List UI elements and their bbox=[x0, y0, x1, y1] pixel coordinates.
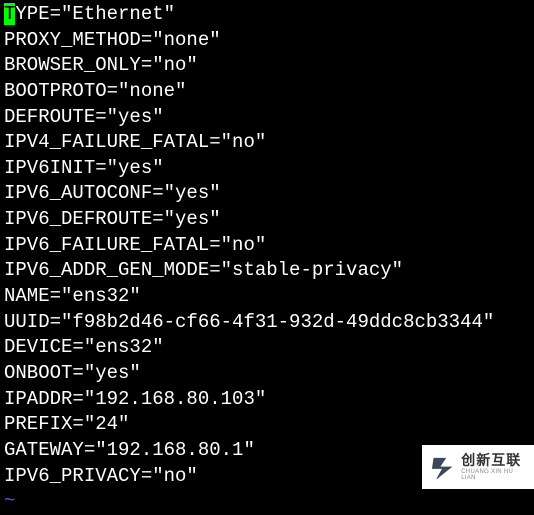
config-line: DEVICE="ens32" bbox=[4, 335, 530, 361]
watermark-cn-label: 创新互联 bbox=[461, 453, 528, 467]
empty-line-tilde: ~ bbox=[4, 489, 530, 515]
config-line: IPV4_FAILURE_FATAL="no" bbox=[4, 130, 530, 156]
cursor: T bbox=[4, 3, 15, 25]
config-line: PREFIX="24" bbox=[4, 412, 530, 438]
config-line: IPADDR="192.168.80.103" bbox=[4, 387, 530, 413]
config-line: UUID="f98b2d46-cf66-4f31-932d-49ddc8cb33… bbox=[4, 310, 530, 336]
watermark-text: 创新互联 CHUANG XIN HU LIAN bbox=[461, 453, 528, 481]
config-line: IPV6_ADDR_GEN_MODE="stable-privacy" bbox=[4, 258, 530, 284]
watermark: 创新互联 CHUANG XIN HU LIAN bbox=[422, 445, 534, 489]
config-line: IPV6INIT="yes" bbox=[4, 156, 530, 182]
config-line: BROWSER_ONLY="no" bbox=[4, 53, 530, 79]
watermark-logo-icon bbox=[428, 452, 457, 482]
config-line: NAME="ens32" bbox=[4, 284, 530, 310]
config-line: BOOTPROTO="none" bbox=[4, 79, 530, 105]
config-line: IPV6_AUTOCONF="yes" bbox=[4, 181, 530, 207]
config-line: IPV6_DEFROUTE="yes" bbox=[4, 207, 530, 233]
config-line: ONBOOT="yes" bbox=[4, 361, 530, 387]
config-line: PROXY_METHOD="none" bbox=[4, 28, 530, 54]
watermark-en-label: CHUANG XIN HU LIAN bbox=[461, 469, 528, 481]
terminal-editor[interactable]: TYPE="Ethernet"PROXY_METHOD="none"BROWSE… bbox=[4, 2, 530, 515]
config-line: IPV6_FAILURE_FATAL="no" bbox=[4, 233, 530, 259]
config-line: TYPE="Ethernet" bbox=[4, 2, 530, 28]
config-line: DEFROUTE="yes" bbox=[4, 105, 530, 131]
